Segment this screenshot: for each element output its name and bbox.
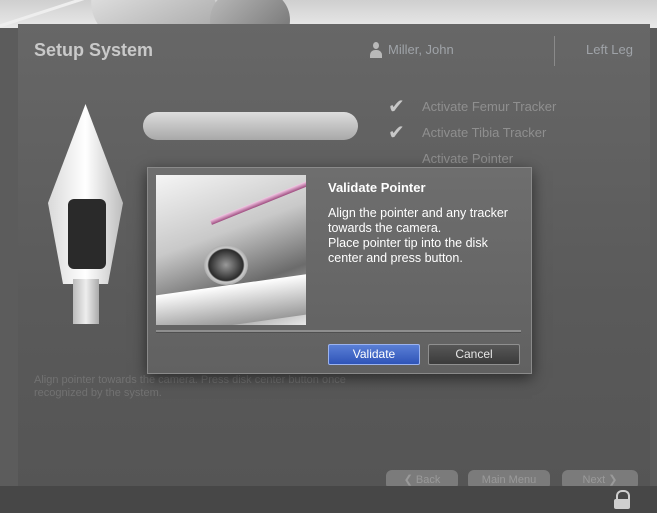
title-bar: Setup System Miller, John Left Leg [18, 24, 650, 76]
chevron-left-icon: ❮ [403, 474, 416, 486]
step-label: Activate Pointer [422, 151, 514, 166]
page-title: Setup System [34, 40, 154, 60]
bottom-strip [0, 486, 657, 513]
check-icon: ✔ [388, 96, 405, 118]
chevron-right-icon: ❯ [605, 474, 618, 486]
lock-icon[interactable] [612, 490, 632, 510]
dialog-title: Validate Pointer [328, 180, 426, 195]
tracker-device-image [48, 104, 123, 334]
step-label: Activate Femur Tracker [422, 99, 557, 114]
step-femur-tracker: ✔ Activate Femur Tracker [388, 96, 556, 122]
header-divider [554, 36, 555, 66]
instruction-hint: Align pointer towards the camera. Press … [34, 374, 346, 399]
back-label: Back [415, 474, 441, 486]
user-icon [370, 42, 382, 58]
pointer-disk-image [156, 175, 306, 325]
step-label: Activate Tibia Tracker [422, 125, 547, 140]
cancel-button[interactable]: Cancel [428, 344, 520, 365]
setup-steps-list: ✔ Activate Femur Tracker ✔ Activate Tibi… [388, 96, 556, 174]
next-label: Next [582, 474, 606, 486]
tracker-bar-image [143, 112, 358, 140]
check-icon: ✔ [388, 122, 405, 144]
step-tibia-tracker: ✔ Activate Tibia Tracker [388, 122, 556, 148]
validate-pointer-dialog: Validate Pointer Align the pointer and a… [147, 167, 532, 374]
operative-side: Left Leg [586, 42, 633, 57]
dialog-message: Align the pointer and any tracker toward… [328, 206, 508, 265]
navigation-bar: ❮ Back Main Menu Next ❯ [18, 470, 650, 490]
dialog-separator [156, 330, 521, 333]
validate-button[interactable]: Validate [328, 344, 420, 365]
user-name: Miller, John [388, 42, 454, 57]
